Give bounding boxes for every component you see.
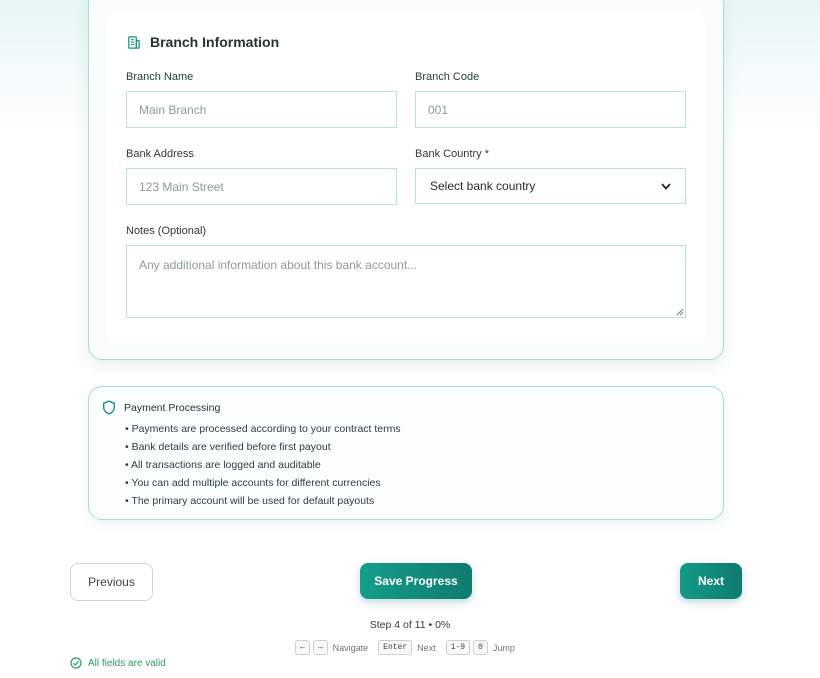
- branch-code-input[interactable]: [415, 91, 686, 128]
- keyboard-shortcuts: ← → Navigate Enter Next 1-9 0 Jump: [295, 640, 525, 655]
- navigate-label: Navigate: [332, 642, 369, 653]
- branch-code-label: Branch Code: [415, 71, 480, 83]
- jump-label: Jump: [492, 642, 515, 653]
- validation-status: All fields are valid: [70, 657, 166, 669]
- bank-address-label: Bank Address: [126, 148, 194, 160]
- info-title: Payment Processing: [124, 401, 221, 414]
- kbd-left-arrow: ←: [295, 640, 310, 655]
- list-item: Payments are processed according to your…: [125, 420, 401, 438]
- building-icon: [128, 35, 140, 49]
- notes-textarea[interactable]: [126, 245, 686, 318]
- bank-country-label: Bank Country *: [415, 148, 489, 160]
- next-shortcut-label: Next: [417, 642, 436, 653]
- shield-icon: [103, 400, 115, 415]
- kbd-right-arrow: →: [312, 640, 328, 655]
- section-title: Branch Information: [150, 34, 280, 50]
- chevron-down-icon: [661, 182, 671, 190]
- next-button[interactable]: Next: [680, 563, 742, 599]
- notes-label: Notes (Optional): [126, 225, 207, 237]
- validation-text: All fields are valid: [88, 657, 166, 669]
- save-progress-button[interactable]: Save Progress: [360, 563, 472, 599]
- kbd-zero: 0: [473, 640, 488, 655]
- bank-country-selected: Select bank country: [430, 179, 536, 193]
- list-item: All transactions are logged and auditabl…: [125, 456, 401, 474]
- bank-country-select[interactable]: Select bank country: [415, 168, 686, 204]
- section-header: Branch Information: [126, 34, 279, 50]
- branch-name-input[interactable]: [126, 91, 397, 128]
- list-item: Bank details are verified before first p…: [125, 438, 401, 456]
- bank-address-input[interactable]: [126, 168, 397, 205]
- step-progress: Step 4 of 11 • 0%: [369, 619, 451, 631]
- list-item: You can add multiple accounts for differ…: [125, 474, 401, 492]
- check-circle-icon: [70, 657, 82, 669]
- kbd-digits: 1-9: [445, 640, 471, 655]
- info-list: Payments are processed according to your…: [125, 420, 401, 510]
- branch-name-label: Branch Name: [126, 71, 194, 83]
- info-header: Payment Processing: [102, 400, 220, 415]
- kbd-enter: Enter: [378, 640, 413, 655]
- previous-button[interactable]: Previous: [70, 563, 153, 601]
- resize-grip-icon[interactable]: [676, 308, 684, 316]
- list-item: The primary account will be used for def…: [125, 492, 401, 510]
